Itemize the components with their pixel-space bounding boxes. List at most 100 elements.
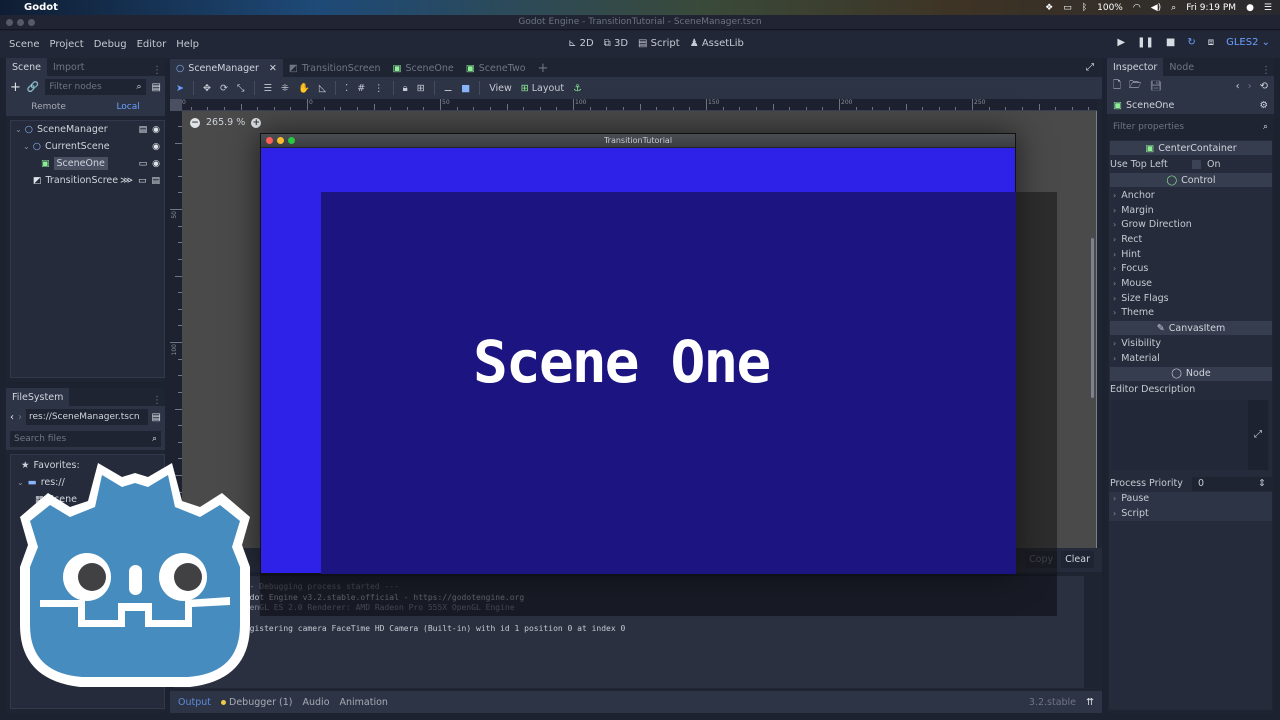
use-top-left-checkbox[interactable] (1192, 159, 1201, 169)
process-priority-spinbox[interactable]: 0 ⇕ (1192, 476, 1272, 491)
object-history-icon[interactable]: ⟲ (1260, 81, 1268, 92)
search-files-input[interactable]: Search files ⌕ (10, 431, 161, 447)
tab-animation[interactable]: Animation (340, 697, 388, 708)
tree-node-sceneone[interactable]: ▣ SceneOne ▭ ◉ (11, 155, 164, 172)
script-icon[interactable]: ▤ (151, 176, 160, 186)
add-node-icon[interactable]: + (10, 80, 21, 95)
dock-menu-icon[interactable]: ⋮ (152, 395, 165, 406)
dropbox-icon[interactable]: ❖ (1045, 3, 1053, 13)
workspace-assetlib[interactable]: ♟ AssetLib (690, 38, 744, 49)
siri-icon[interactable]: ● (1246, 3, 1254, 13)
menu-debug[interactable]: Debug (94, 39, 127, 50)
open-scene-icon[interactable]: ▭ (139, 159, 148, 169)
game-close-button[interactable] (266, 137, 273, 144)
snap-options-icon[interactable]: ⋮ (374, 83, 384, 94)
ruler-tool-icon[interactable]: ◺ (319, 83, 326, 94)
smart-snap-icon[interactable]: ⁚ (345, 83, 348, 94)
tab-node[interactable]: Node (1163, 58, 1201, 76)
select-tool-icon[interactable]: ➤ (176, 83, 184, 94)
prop-margin[interactable]: › Margin (1109, 203, 1272, 218)
visibility-icon[interactable]: ◉ (152, 142, 160, 152)
grid-snap-icon[interactable]: # (357, 83, 365, 94)
bone-icon[interactable]: ⚊ (444, 83, 453, 94)
renderer-select[interactable]: GLES2 ⌄ (1226, 37, 1270, 48)
camera-override-icon[interactable]: ■ (461, 83, 470, 94)
anchor-icon[interactable]: ⚓ (573, 83, 582, 94)
os-app-name[interactable]: Godot (24, 2, 58, 13)
menu-help[interactable]: Help (176, 39, 199, 50)
prop-pause[interactable]: › Pause (1109, 491, 1272, 507)
tab-debugger[interactable]: Debugger (1) (221, 697, 293, 708)
scene-tab-scenetwo[interactable]: ▣ SceneTwo (459, 59, 532, 77)
menu-project[interactable]: Project (50, 39, 84, 50)
scene-tab-scenemanager[interactable]: ○ SceneManager ✕ (170, 59, 283, 77)
workspace-script[interactable]: ▤ Script (638, 38, 680, 49)
node-tools-icon[interactable]: ⚙ (1259, 100, 1268, 111)
save-resource-icon[interactable]: 💾︎ (1149, 81, 1162, 92)
play-button[interactable]: ▶ (1117, 37, 1125, 48)
distraction-free-icon[interactable]: ⤢ (1086, 62, 1102, 77)
collapse-icon[interactable]: ⌄ (23, 142, 30, 151)
dock-menu-icon[interactable]: ⋮ (152, 65, 165, 76)
zoom-out-button[interactable]: − (190, 117, 200, 128)
prop-focus[interactable]: › Focus (1109, 261, 1272, 276)
back-icon[interactable]: ‹ (10, 412, 14, 423)
open-scene-icon[interactable]: ▭ (138, 176, 147, 186)
instance-scene-icon[interactable]: 🔗 (27, 82, 39, 93)
move-tool-icon[interactable]: ✥ (203, 83, 211, 94)
prop-theme[interactable]: › Theme (1109, 306, 1272, 321)
prop-rect[interactable]: › Rect (1109, 232, 1272, 247)
visibility-icon[interactable]: ◉ (152, 159, 160, 169)
pause-button[interactable]: ❚❚ (1137, 37, 1154, 48)
group-icon[interactable]: ⊞ (417, 83, 425, 94)
pivot-tool-icon[interactable]: ⁜ (281, 83, 289, 94)
stop-button[interactable]: ■ (1166, 37, 1175, 48)
game-window-titlebar[interactable]: TransitionTutorial (261, 134, 1015, 148)
prop-grow-direction[interactable]: › Grow Direction (1109, 217, 1272, 232)
history-forward-icon[interactable]: › (1248, 81, 1252, 92)
horizontal-ruler[interactable]: -50050100150200250300350400 (182, 99, 1097, 111)
bluetooth-icon[interactable]: ᛒ (1082, 3, 1087, 13)
editor-description-input[interactable]: ⤢ (1111, 399, 1270, 470)
attach-script-icon[interactable]: ▤ (152, 82, 161, 93)
dock-menu-icon[interactable]: ⋮ (1261, 65, 1274, 76)
visibility-icon[interactable]: ◉ (152, 125, 160, 135)
close-tab-icon[interactable]: ✕ (269, 63, 277, 74)
tree-node-currentscene[interactable]: ⌄ ○ CurrentScene ◉ (11, 138, 164, 155)
pin-panel-icon[interactable]: ⇈ (1086, 697, 1094, 708)
forward-icon[interactable]: › (18, 412, 22, 423)
wifi-icon[interactable]: ◠ (1133, 3, 1141, 13)
tab-import[interactable]: Import (46, 58, 91, 76)
zoom-in-button[interactable]: + (251, 117, 262, 128)
local-tab[interactable]: Local (116, 102, 139, 112)
collapse-icon[interactable]: ⌄ (15, 125, 22, 134)
pan-tool-icon[interactable]: ✋ (298, 83, 310, 94)
history-back-icon[interactable]: ‹ (1236, 81, 1240, 92)
menu-editor[interactable]: Editor (137, 39, 167, 50)
load-resource-icon[interactable]: 🗁︎ (1129, 78, 1141, 95)
spinner-icon[interactable]: ⇕ (1258, 478, 1266, 489)
battery-percent[interactable]: 100% (1097, 3, 1123, 13)
tab-output[interactable]: Output (178, 697, 211, 708)
tree-node-scenemanager[interactable]: ⌄ ○ SceneManager ▤ ◉ (11, 121, 164, 138)
filter-properties-input[interactable]: Filter properties ⌕ (1109, 118, 1272, 136)
script-icon[interactable]: ▤ (139, 125, 148, 135)
workspace-3d[interactable]: ⧉ 3D (604, 38, 628, 49)
spotlight-icon[interactable]: ⌕ (1171, 3, 1176, 13)
scale-tool-icon[interactable]: ⤡ (237, 83, 245, 94)
display-icon[interactable]: ▭ (1063, 3, 1072, 13)
play-custom-scene-button[interactable]: ⧈ (1208, 37, 1214, 48)
new-resource-icon[interactable]: 🗋︎ (1113, 78, 1121, 95)
split-mode-icon[interactable]: ▤ (152, 412, 161, 423)
lock-icon[interactable]: 🔒︎ (403, 83, 408, 94)
remote-tab[interactable]: Remote (31, 102, 66, 112)
rotate-tool-icon[interactable]: ⟳ (220, 83, 228, 94)
scene-tab-transitionscreen[interactable]: ◩ TransitionScreen (282, 59, 387, 77)
signal-icon[interactable]: ⋙ (120, 176, 133, 186)
prop-script[interactable]: › Script (1109, 506, 1272, 521)
game-zoom-button[interactable] (288, 137, 295, 144)
zoom-level[interactable]: 265.9 % (206, 117, 245, 128)
new-scene-tab-button[interactable]: + (531, 59, 555, 77)
list-select-icon[interactable]: ☰ (264, 83, 273, 94)
clock[interactable]: Fri 9:19 PM (1186, 3, 1236, 13)
